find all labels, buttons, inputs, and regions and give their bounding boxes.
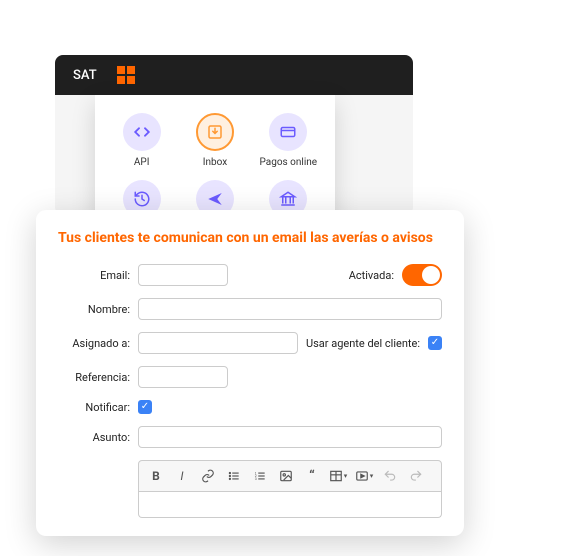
- row-assigned: Asignado a: Usar agente del cliente:: [58, 332, 442, 354]
- dropdown-label: Inbox: [203, 157, 227, 168]
- form-title: Tus clientes te comunican con un email l…: [58, 230, 442, 246]
- editor-body[interactable]: [138, 492, 442, 518]
- label-notify: Notificar:: [58, 401, 130, 414]
- label-use-agent: Usar agente del cliente:: [306, 337, 420, 350]
- redo-button[interactable]: [405, 465, 427, 487]
- numbered-list-button[interactable]: 123: [249, 465, 271, 487]
- notify-checkbox[interactable]: [138, 400, 152, 414]
- activated-toggle[interactable]: [402, 264, 442, 286]
- row-reference: Referencia:: [58, 366, 442, 388]
- video-button[interactable]: ▾: [353, 465, 375, 487]
- label-reference: Referencia:: [58, 371, 130, 384]
- card-icon: [269, 113, 307, 151]
- row-notify: Notificar:: [58, 400, 442, 414]
- bullet-list-button[interactable]: [223, 465, 245, 487]
- table-button[interactable]: ▾: [327, 465, 349, 487]
- row-name: Nombre:: [58, 298, 442, 320]
- inbox-icon: [196, 113, 234, 151]
- email-input[interactable]: [138, 264, 228, 286]
- italic-button[interactable]: I: [171, 465, 193, 487]
- code-icon: [123, 113, 161, 151]
- subject-input[interactable]: [138, 426, 442, 448]
- dropdown-item-api[interactable]: API: [123, 113, 161, 168]
- topbar-label: SAT: [73, 68, 97, 83]
- row-subject: Asunto:: [58, 426, 442, 448]
- dropdown-item-inbox[interactable]: Inbox: [196, 113, 234, 168]
- name-input[interactable]: [138, 298, 442, 320]
- link-button[interactable]: [197, 465, 219, 487]
- label-assigned: Asignado a:: [58, 337, 130, 350]
- quote-button[interactable]: “: [301, 465, 323, 487]
- assigned-input[interactable]: [138, 332, 298, 354]
- top-bar: SAT: [55, 55, 413, 95]
- reference-input[interactable]: [138, 366, 228, 388]
- dropdown-item-pagos[interactable]: Pagos online: [260, 113, 318, 168]
- svg-text:3: 3: [255, 477, 257, 481]
- form-card: Tus clientes te comunican con un email l…: [36, 210, 464, 536]
- row-email: Email: Activada:: [58, 264, 442, 286]
- dropdown-label: Pagos online: [260, 157, 318, 168]
- image-button[interactable]: [275, 465, 297, 487]
- label-email: Email:: [58, 269, 130, 282]
- apps-grid-icon[interactable]: [117, 66, 135, 84]
- editor-toolbar: B I 123 “ ▾ ▾: [138, 460, 442, 492]
- bold-button[interactable]: B: [145, 465, 167, 487]
- use-agent-checkbox[interactable]: [428, 336, 442, 350]
- label-name: Nombre:: [58, 303, 130, 316]
- label-activated: Activada:: [349, 269, 394, 282]
- label-subject: Asunto:: [58, 431, 130, 444]
- dropdown-label: API: [134, 157, 150, 168]
- undo-button[interactable]: [379, 465, 401, 487]
